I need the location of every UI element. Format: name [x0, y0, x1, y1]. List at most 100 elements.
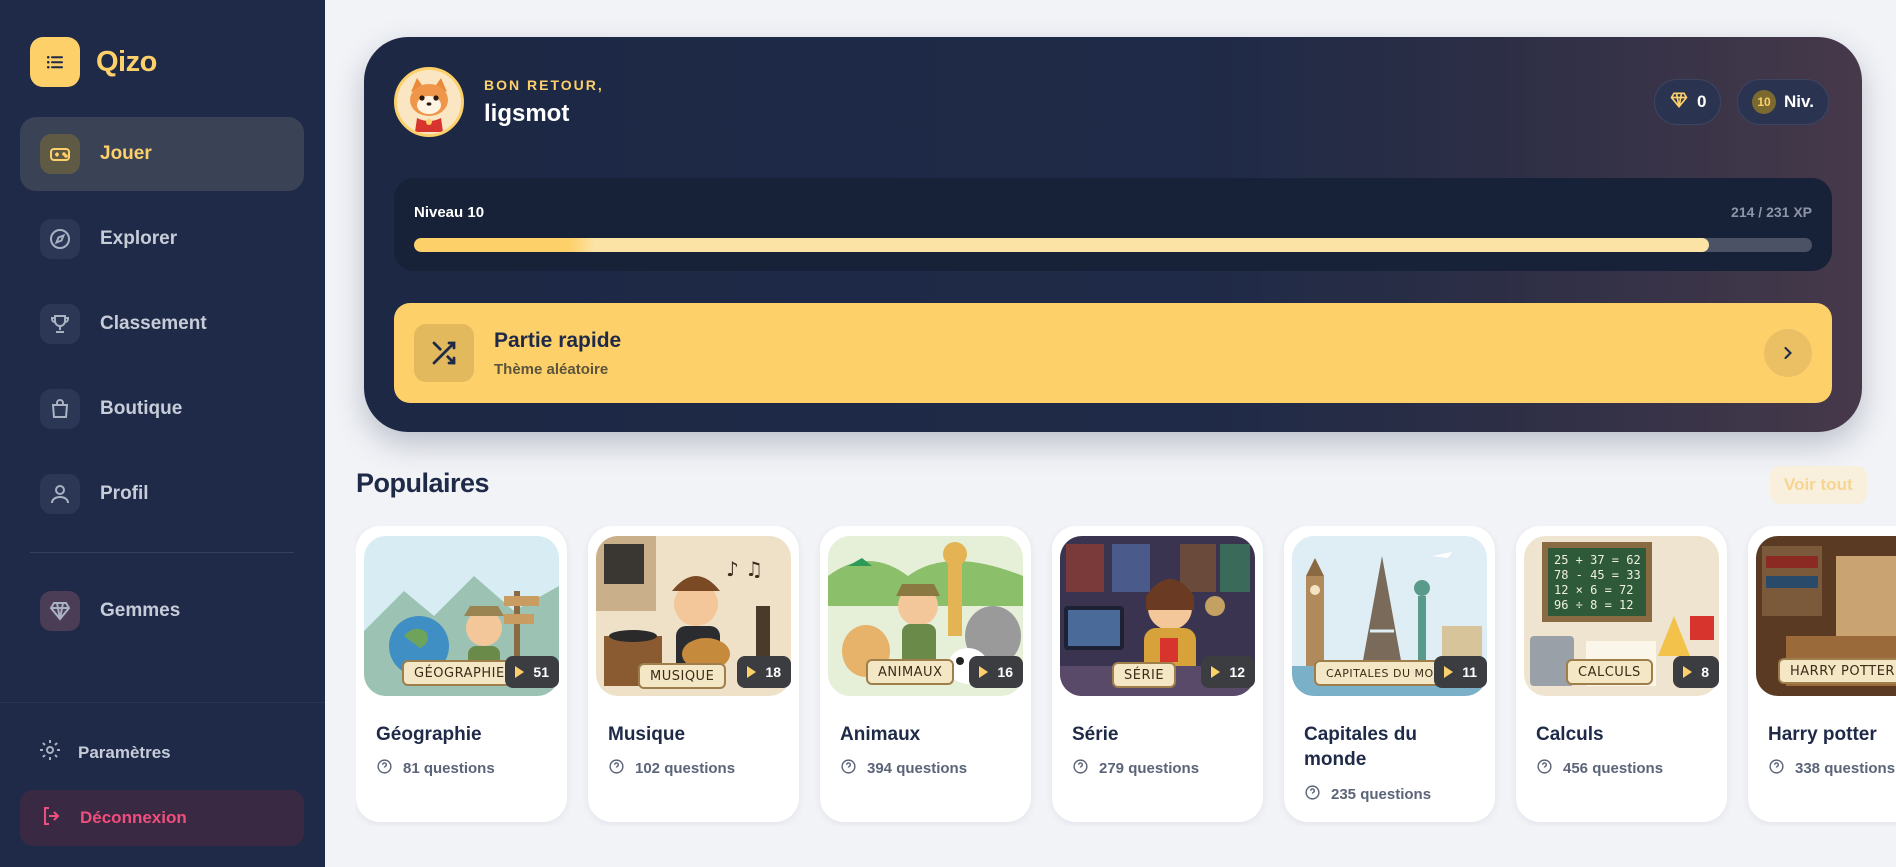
welcome-card: BON RETOUR, ligsmot 0 10 Niv. Niveau 10 …: [364, 37, 1862, 432]
card-meta: 456 questions: [1536, 758, 1663, 779]
question-count: 456 questions: [1563, 760, 1664, 777]
xp-progress-panel: Niveau 10 214 / 231 XP: [394, 178, 1832, 271]
see-all-button[interactable]: Voir tout: [1770, 466, 1867, 504]
level-number: 10: [1752, 90, 1776, 114]
shuffle-icon: [414, 324, 474, 382]
logout-button[interactable]: Déconnexion: [20, 790, 304, 846]
sidebar-item-label: Jouer: [100, 143, 152, 164]
plays-count: 12: [1229, 664, 1245, 680]
question-count: 279 questions: [1099, 760, 1200, 777]
settings-button[interactable]: Paramètres: [38, 738, 171, 767]
card-meta: 338 questions: [1768, 758, 1895, 779]
list-icon: [30, 37, 80, 87]
question-circle-icon: [840, 758, 857, 779]
card-meta: 81 questions: [376, 758, 495, 779]
play-icon: [1211, 666, 1221, 678]
compass-icon: [40, 219, 80, 259]
question-circle-icon: [608, 758, 625, 779]
sidebar-item-gemmes[interactable]: Gemmes: [20, 574, 304, 648]
card-meta: 235 questions: [1304, 784, 1431, 805]
category-card-serie[interactable]: SÉRIE 12 Série 279 questions: [1052, 526, 1263, 822]
category-card-calculs[interactable]: 25 + 37 = 62 78 - 45 = 33 12 × 6 = 72 96 ÷ …: [1516, 526, 1727, 822]
svg-text:♪ ♫: ♪ ♫: [726, 557, 763, 581]
app-name: Qizo: [96, 45, 157, 78]
xp-progress-bar: [414, 238, 1812, 252]
plays-badge: 8: [1673, 656, 1719, 688]
plays-badge: 11: [1434, 656, 1487, 688]
category-banner: MUSIQUE: [638, 663, 727, 689]
category-banner: GÉOGRAPHIE: [402, 660, 517, 686]
category-card-harry-potter[interactable]: HARRY POTTER Harry potter 338 questions: [1748, 526, 1896, 822]
play-icon: [747, 666, 757, 678]
quick-play-button[interactable]: Partie rapide Thème aléatoire: [394, 303, 1832, 403]
question-count: 338 questions: [1795, 760, 1896, 777]
category-banner: CALCULS: [1566, 659, 1653, 685]
card-meta: 279 questions: [1072, 758, 1199, 779]
plays-count: 16: [997, 664, 1013, 680]
popular-cards: GÉOGRAPHIE 51 Géographie 81 questions ♪ …: [356, 526, 1896, 826]
gamepad-icon: [40, 134, 80, 174]
plays-count: 51: [533, 664, 549, 680]
svg-text:25 + 37 = 62: 25 + 37 = 62: [1554, 553, 1641, 567]
play-icon: [515, 666, 525, 678]
category-banner: SÉRIE: [1112, 662, 1177, 688]
question-count: 81 questions: [403, 760, 495, 777]
question-count: 102 questions: [635, 760, 736, 777]
card-meta: 394 questions: [840, 758, 967, 779]
card-title: Harry potter: [1768, 724, 1877, 745]
question-circle-icon: [376, 758, 393, 779]
plays-count: 11: [1462, 664, 1477, 680]
question-circle-icon: [1304, 784, 1321, 805]
sidebar-item-jouer[interactable]: Jouer: [20, 117, 304, 191]
sidebar-item-label: Explorer: [100, 228, 178, 249]
chevron-right-icon: [1764, 329, 1812, 377]
sidebar-footer-divider: [0, 702, 325, 703]
trophy-icon: [40, 304, 80, 344]
category-card-capitales-du-monde[interactable]: CAPITALES DU MONDE 11 Capitales du monde…: [1284, 526, 1495, 822]
sidebar-item-label: Gemmes: [100, 600, 181, 621]
level-label: Niv.: [1784, 92, 1814, 111]
level-badge[interactable]: 10 Niv.: [1737, 79, 1829, 125]
category-card-musique[interactable]: ♪ ♫ MUSIQUE 18 Musique 102 questions: [588, 526, 799, 822]
settings-label: Paramètres: [78, 742, 171, 762]
card-title: Animaux: [840, 724, 921, 745]
category-banner: HARRY POTTER: [1778, 658, 1896, 684]
quick-play-subtitle: Thème aléatoire: [494, 361, 609, 378]
question-circle-icon: [1768, 758, 1785, 779]
plays-count: 8: [1701, 664, 1709, 680]
brand[interactable]: Qizo: [30, 37, 157, 87]
card-title: Série: [1072, 724, 1119, 745]
category-card-geographie[interactable]: GÉOGRAPHIE 51 Géographie 81 questions: [356, 526, 567, 822]
avatar[interactable]: [394, 67, 464, 137]
svg-text:78 - 45 = 33: 78 - 45 = 33: [1554, 568, 1641, 582]
plays-badge: 16: [969, 656, 1023, 688]
gem-icon: [1669, 90, 1689, 115]
category-card-animaux[interactable]: ANIMAUX 16 Animaux 394 questions: [820, 526, 1031, 822]
welcome-text: BON RETOUR,: [484, 77, 604, 93]
logout-icon: [40, 804, 64, 833]
sidebar-item-classement[interactable]: Classement: [20, 287, 304, 361]
svg-text:12 × 6 = 72: 12 × 6 = 72: [1554, 583, 1633, 597]
card-title: Calculs: [1536, 724, 1604, 745]
sidebar: Qizo Jouer Explorer Classement Boutique …: [0, 0, 325, 867]
card-title: Géographie: [376, 724, 482, 745]
play-icon: [1683, 666, 1693, 678]
gems-counter[interactable]: 0: [1654, 79, 1722, 125]
question-count: 394 questions: [867, 760, 968, 777]
section-title: Populaires: [356, 468, 490, 498]
play-icon: [1444, 666, 1454, 678]
sidebar-item-label: Boutique: [100, 398, 183, 419]
sidebar-divider: [30, 552, 294, 553]
plays-badge: 51: [505, 656, 559, 688]
sidebar-item-label: Classement: [100, 313, 207, 334]
question-count: 235 questions: [1331, 786, 1432, 803]
plays-badge: 12: [1201, 656, 1255, 688]
card-meta: 102 questions: [608, 758, 735, 779]
sidebar-item-explorer[interactable]: Explorer: [20, 202, 304, 276]
svg-text:96 ÷ 8 = 12: 96 ÷ 8 = 12: [1554, 598, 1633, 612]
xp-progress-fill: [414, 238, 1709, 252]
sidebar-item-profil[interactable]: Profil: [20, 457, 304, 531]
sidebar-item-boutique[interactable]: Boutique: [20, 372, 304, 446]
card-title: Musique: [608, 724, 686, 745]
card-title: Capitales du monde: [1304, 724, 1417, 770]
